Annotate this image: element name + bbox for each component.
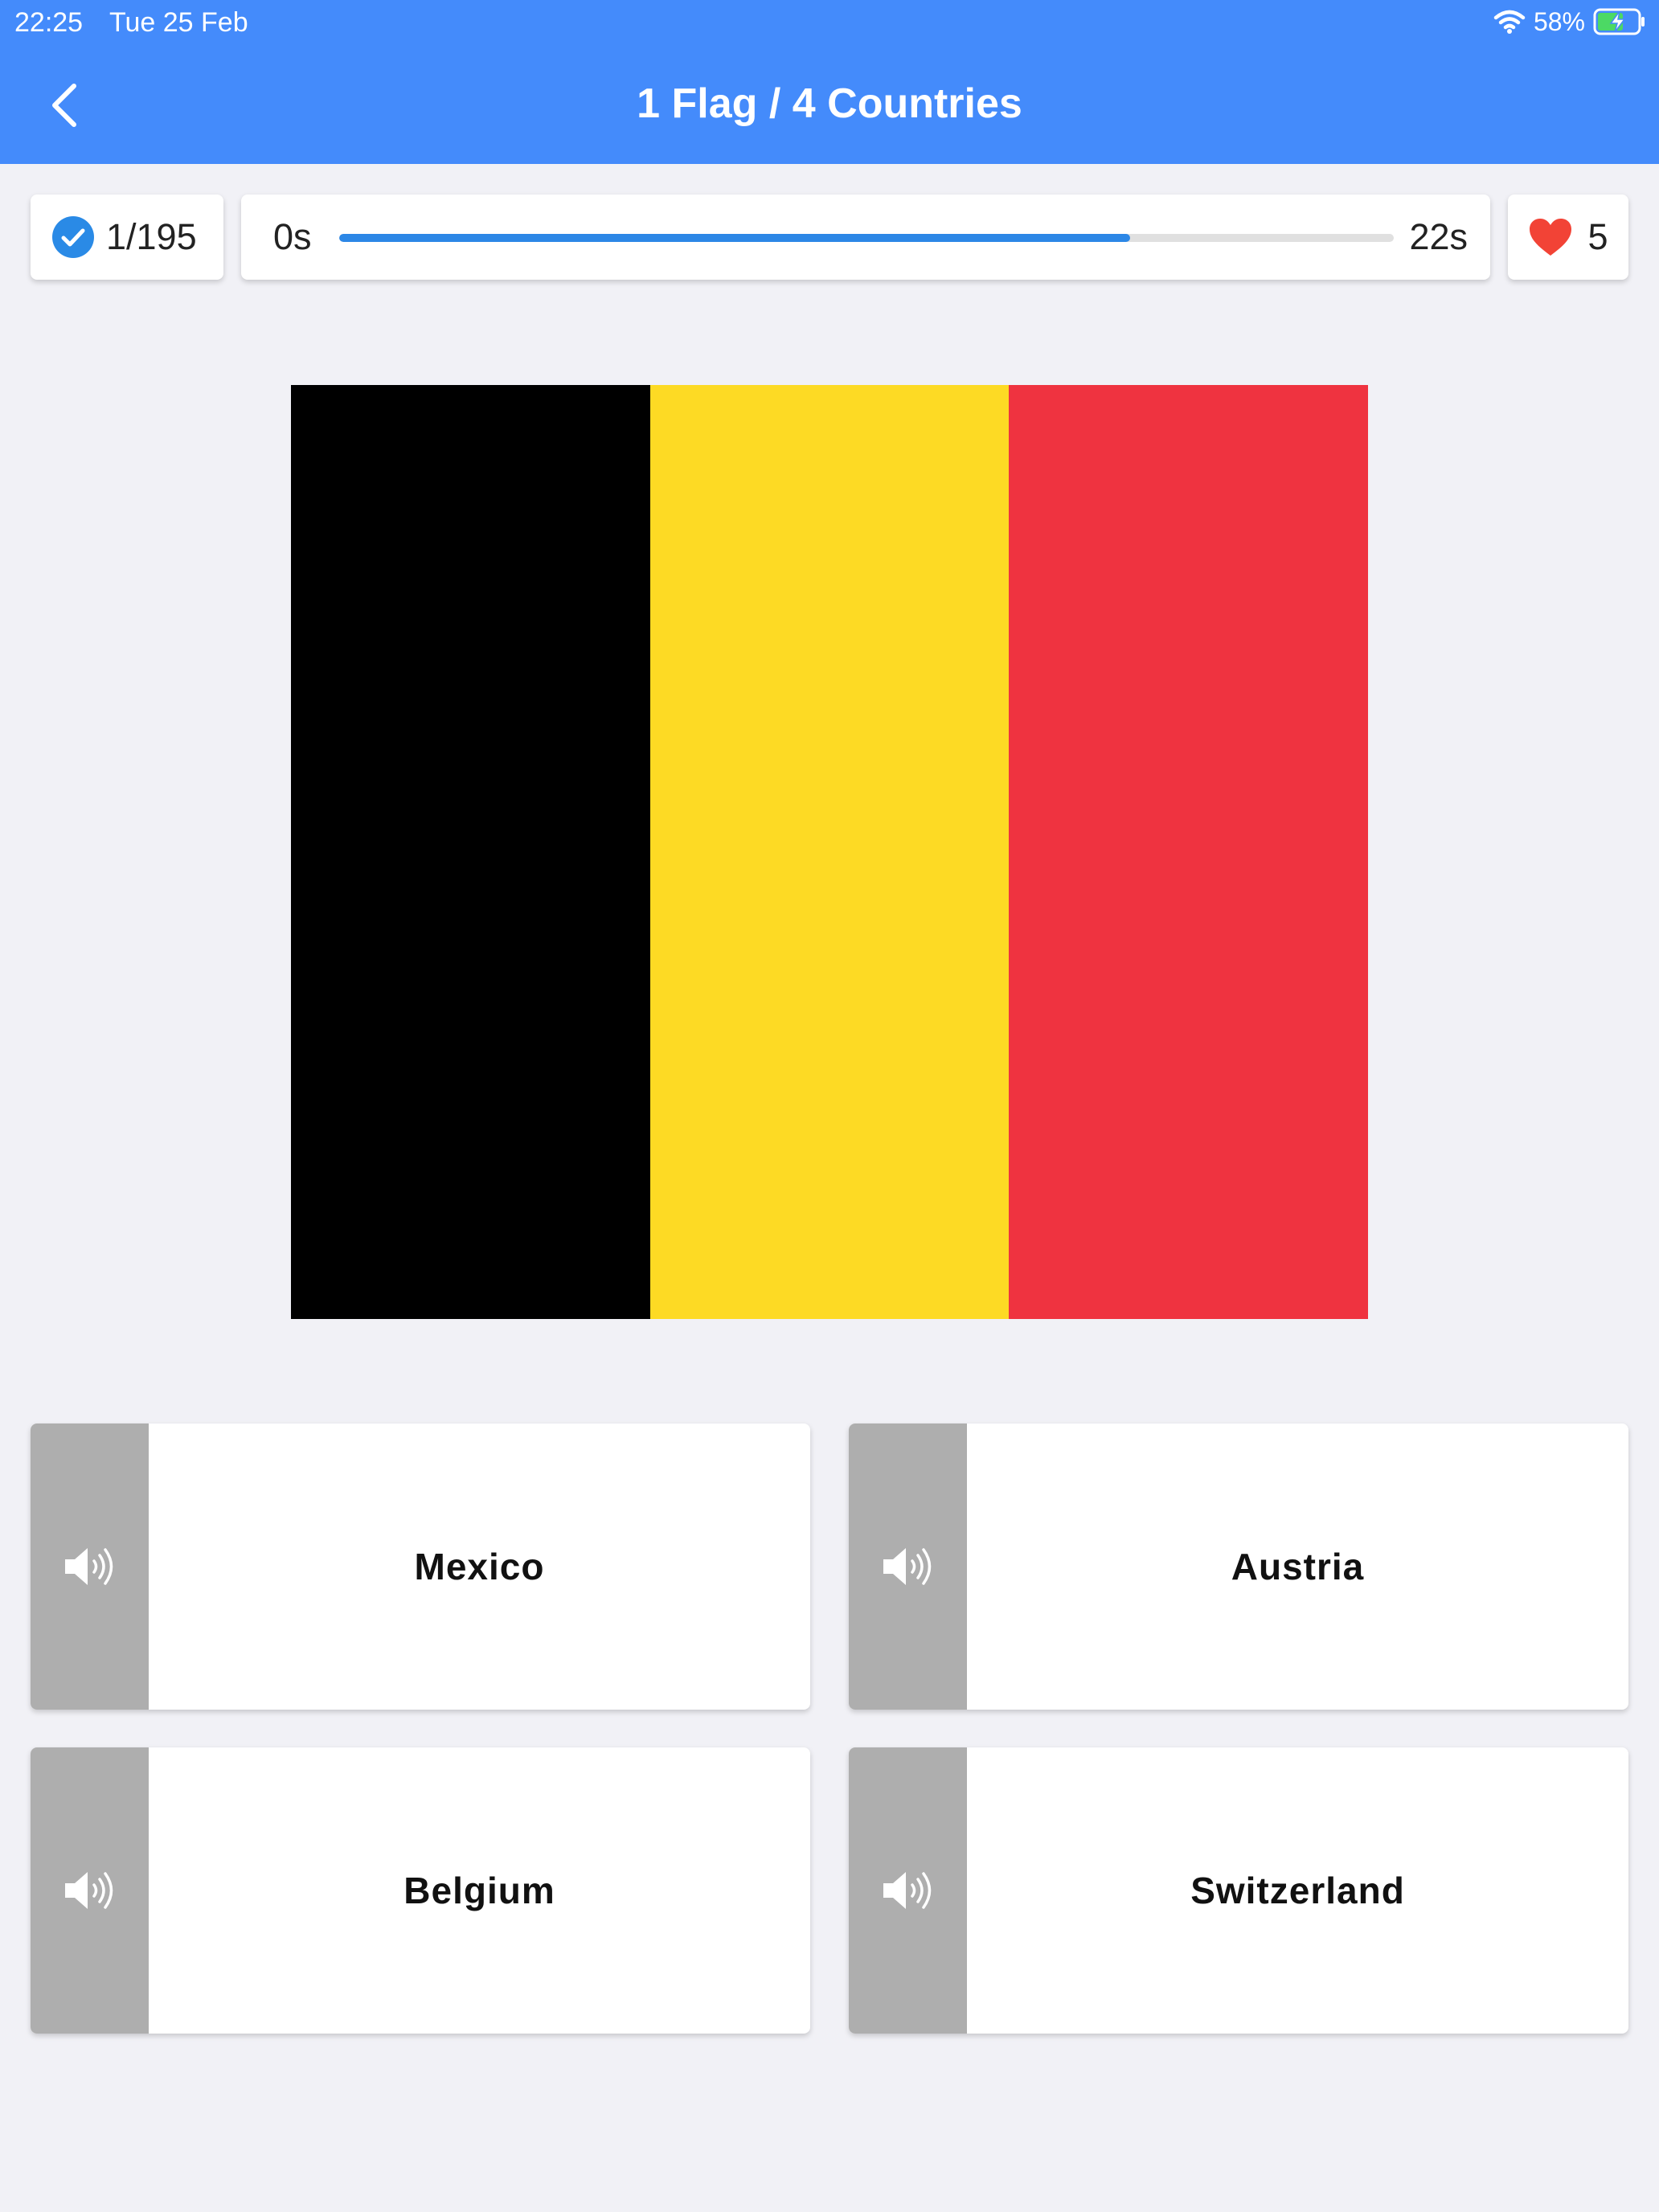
page-title: 1 Flag / 4 Countries — [637, 80, 1022, 127]
app-header: 22:25 Tue 25 Feb 58% 1 Flag / 4 Countrie… — [0, 0, 1659, 164]
speaker-icon — [883, 1872, 931, 1909]
answer-option-switzerland[interactable]: Switzerland — [849, 1747, 1628, 2034]
speaker-button[interactable] — [31, 1423, 149, 1710]
speaker-button[interactable] — [849, 1423, 967, 1710]
answer-option-mexico[interactable]: Mexico — [31, 1423, 810, 1710]
answer-label: Switzerland — [1190, 1870, 1405, 1911]
flag-stripe — [291, 385, 650, 1319]
timer-card: 0s 22s — [241, 195, 1490, 280]
answer-option-austria[interactable]: Austria — [849, 1423, 1628, 1710]
check-circle-icon — [52, 216, 94, 258]
speaker-button[interactable] — [849, 1747, 967, 2034]
speaker-icon — [883, 1548, 931, 1585]
flag-stripe — [1009, 385, 1369, 1319]
wifi-icon — [1493, 9, 1526, 35]
flag-image — [291, 385, 1369, 1319]
battery-charging-icon — [1593, 8, 1646, 35]
battery-percent: 58% — [1533, 6, 1585, 36]
heart-icon — [1530, 219, 1572, 256]
answer-option-belgium[interactable]: Belgium — [31, 1747, 810, 2034]
speaker-icon — [64, 1548, 113, 1585]
question-progress: 1/195 — [106, 216, 197, 257]
status-date: Tue 25 Feb — [109, 7, 248, 38]
timer-end-label: 22s — [1409, 216, 1468, 257]
status-time: 22:25 — [14, 7, 84, 38]
timer-progress-bar — [339, 234, 1394, 242]
answer-label: Austria — [1231, 1546, 1365, 1587]
speaker-icon — [64, 1872, 113, 1909]
answer-label: Belgium — [403, 1870, 555, 1911]
flag-stripe — [649, 385, 1010, 1319]
lives-counter: 5 — [1508, 195, 1628, 280]
speaker-button[interactable] — [31, 1747, 149, 2034]
lives-count: 5 — [1587, 216, 1608, 257]
timer-progress-fill — [339, 234, 1130, 242]
answer-label: Mexico — [414, 1546, 545, 1587]
status-indicators: 58% — [1493, 5, 1646, 39]
timer-start-label: 0s — [273, 216, 312, 257]
question-counter: 1/195 — [31, 195, 223, 280]
